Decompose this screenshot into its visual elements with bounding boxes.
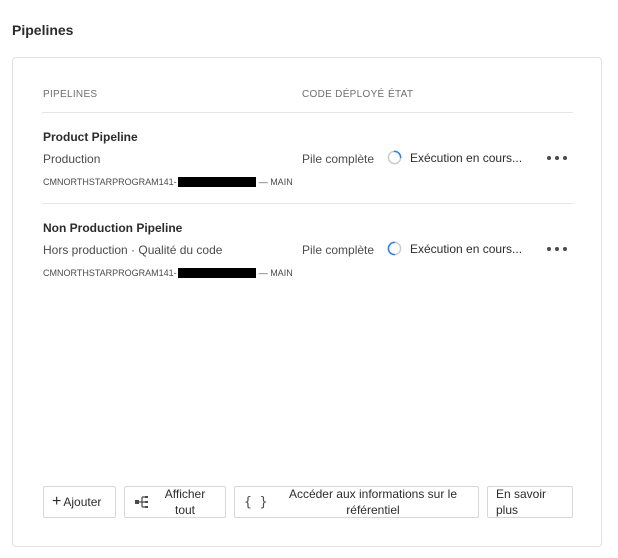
column-header-code: CODE DÉPLOYÉ — [302, 89, 385, 100]
redacted-block — [177, 177, 256, 187]
pipeline-status: Exécution en cours... — [410, 151, 523, 165]
show-all-button[interactable]: Afficher tout — [124, 486, 226, 518]
learn-more-button[interactable]: En savoir plus — [487, 486, 573, 518]
section-title: Pipelines — [12, 22, 74, 38]
repo-info-button[interactable]: { } Accéder aux informations sur le réfé… — [234, 486, 479, 518]
spinner-icon — [387, 241, 402, 256]
pipeline-type: Production — [43, 152, 101, 166]
pipeline-deploy: Pile complète — [302, 152, 375, 166]
add-button[interactable]: + Ajouter — [43, 486, 116, 518]
pipeline-deploy: Pile complète — [302, 243, 375, 257]
repo-prefix: CMNORTHSTARPROGRAM141- — [43, 177, 177, 187]
repo-branch: — MAIN — [258, 268, 293, 278]
repo-branch: — MAIN — [258, 177, 293, 187]
pipeline-name[interactable]: Product Pipeline — [43, 130, 138, 144]
plus-icon: + — [52, 493, 62, 510]
column-header-pipelines: PIPELINES — [43, 89, 98, 100]
header-divider — [42, 112, 573, 113]
code-braces-icon: { } — [244, 494, 268, 510]
repo-prefix: CMNORTHSTARPROGRAM141- — [43, 268, 177, 278]
pipeline-repo: CMNORTHSTARPROGRAM141- — MAIN — [43, 177, 293, 187]
more-icon[interactable] — [547, 152, 567, 164]
column-header-state: ÉTAT — [388, 89, 414, 100]
more-icon[interactable] — [547, 243, 567, 255]
pipeline-status: Exécution en cours... — [410, 242, 523, 256]
pipeline-type: Hors production · Qualité du code — [43, 243, 223, 257]
row-divider — [42, 203, 573, 204]
spinner-icon — [387, 150, 402, 165]
pipeline-name[interactable]: Non Production Pipeline — [43, 221, 182, 235]
redacted-block — [177, 268, 256, 278]
hierarchy-icon — [135, 496, 148, 508]
pipeline-repo: CMNORTHSTARPROGRAM141- — MAIN — [43, 268, 293, 278]
